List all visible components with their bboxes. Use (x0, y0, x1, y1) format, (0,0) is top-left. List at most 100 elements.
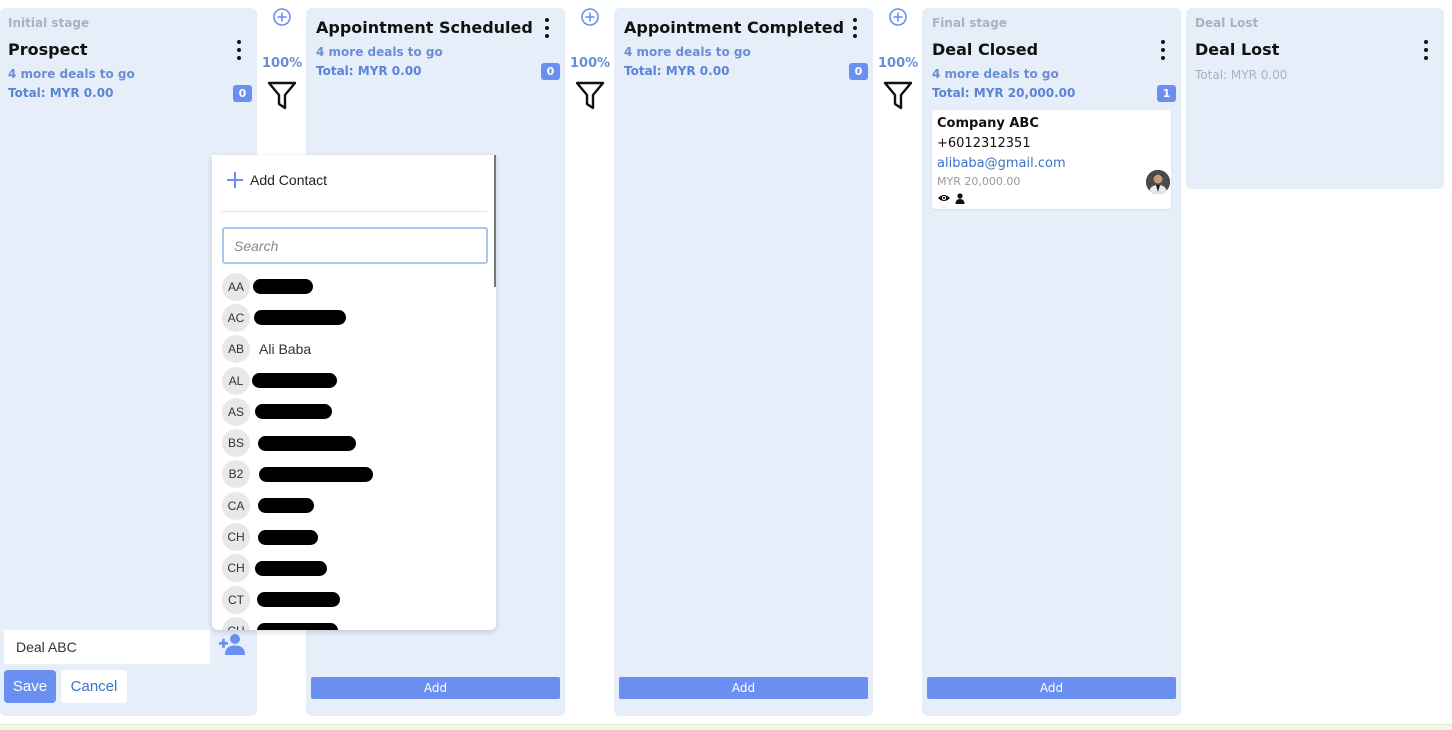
column-title: Deal Lost (1195, 40, 1280, 59)
column-title: Deal Closed (932, 40, 1039, 59)
deal-company: Company ABC (937, 116, 1039, 131)
add-contact-label: Add Contact (250, 172, 328, 188)
redacted-contact-name (257, 592, 340, 608)
deal-count-badge: 0 (541, 63, 560, 80)
column-title: Prospect (8, 40, 88, 59)
more-deals-text: 4 more deals to go (8, 67, 135, 81)
contact-initials: AB (222, 335, 250, 364)
column-total: Total: MYR 20,000.00 (932, 86, 1076, 100)
stage-conversion-3: 100% (878, 8, 918, 128)
list-item[interactable]: CT (222, 584, 492, 615)
column-menu-icon[interactable] (1159, 40, 1167, 60)
contact-initials: AS (222, 397, 250, 426)
owner-avatar[interactable] (1146, 170, 1170, 194)
conversion-rate: 100% (570, 56, 611, 71)
list-item[interactable]: AS (222, 396, 492, 427)
cancel-button[interactable]: Cancel (61, 670, 127, 703)
save-button[interactable]: Save (4, 670, 56, 703)
contact-initials: AL (222, 366, 250, 395)
column-total: Total: MYR 0.00 (316, 64, 422, 78)
deal-email[interactable]: alibaba@gmail.com (937, 156, 1066, 171)
deal-card[interactable]: Company ABC +6012312351 alibaba@gmail.co… (932, 110, 1171, 209)
contact-initials: CH (222, 554, 250, 583)
contact-list: AA AC AB Ali Baba AL AS BS B2 CA CH CH C… (222, 271, 492, 630)
redacted-contact-name (258, 529, 318, 545)
redacted-contact-name (255, 404, 332, 420)
list-item[interactable]: AC (222, 302, 492, 333)
conversion-rate: 100% (262, 56, 303, 71)
list-item[interactable]: CH (222, 521, 492, 552)
stage-column-appointment-completed: Appointment Completed 4 more deals to go… (614, 8, 873, 716)
contact-initials: AA (222, 272, 250, 301)
list-item[interactable]: CH (222, 615, 492, 630)
add-deal-button[interactable]: Add (311, 677, 560, 699)
contact-initials: CH (222, 616, 250, 630)
redacted-contact-name (257, 623, 338, 630)
list-item[interactable]: BS (222, 427, 492, 458)
plus-icon (227, 172, 243, 188)
more-deals-text: 4 more deals to go (316, 45, 443, 59)
plus-circle-icon[interactable] (581, 8, 599, 26)
stage-label: Initial stage (8, 16, 90, 30)
stage-label: Deal Lost (1195, 16, 1259, 30)
contact-initials: CH (222, 523, 250, 552)
more-deals-text: 4 more deals to go (932, 67, 1059, 81)
list-item[interactable]: CA (222, 490, 492, 521)
add-person-icon[interactable] (219, 633, 246, 655)
redacted-contact-name (259, 466, 373, 482)
more-deals-text: 4 more deals to go (624, 45, 751, 59)
deal-count-badge: 0 (233, 85, 252, 102)
add-deal-button[interactable]: Add (927, 677, 1176, 699)
redacted-contact-name (258, 435, 356, 451)
eye-icon[interactable] (937, 193, 951, 203)
column-total: Total: MYR 0.00 (624, 64, 730, 78)
redacted-contact-name (258, 498, 314, 514)
contact-initials: BS (222, 429, 250, 458)
scrollbar[interactable] (494, 155, 496, 287)
plus-circle-icon[interactable] (889, 8, 907, 26)
contact-initials: B2 (222, 460, 250, 489)
list-item[interactable]: B2 (222, 459, 492, 490)
stage-column-deal-lost: Deal Lost Deal Lost Total: MYR 0.00 (1186, 8, 1444, 189)
stage-conversion-1: 100% (262, 8, 302, 128)
list-item[interactable]: CH (222, 553, 492, 584)
redacted-contact-name (253, 279, 313, 295)
column-title: Appointment Scheduled (316, 18, 533, 37)
column-menu-icon[interactable] (1422, 40, 1430, 60)
person-icon[interactable] (955, 193, 965, 204)
column-total: Total: MYR 0.00 (8, 86, 114, 100)
contact-name: Ali Baba (259, 341, 312, 358)
funnel-icon (883, 81, 913, 110)
list-item[interactable]: AB Ali Baba (222, 334, 492, 365)
contact-initials: AC (222, 303, 250, 332)
column-menu-icon[interactable] (543, 18, 551, 38)
column-title: Appointment Completed (624, 18, 845, 37)
contact-initials: CT (222, 585, 250, 614)
contact-search-input[interactable] (222, 227, 488, 264)
deal-value: MYR 20,000.00 (937, 175, 1021, 188)
status-strip (0, 724, 1452, 730)
contact-picker-dropdown: Add Contact AA AC AB Ali Baba AL AS BS B (212, 155, 496, 630)
divider (221, 211, 487, 212)
column-total: Total: MYR 0.00 (1195, 68, 1288, 82)
contact-initials: CA (222, 491, 250, 520)
column-menu-icon[interactable] (235, 40, 243, 60)
deal-name-input[interactable] (3, 629, 211, 665)
deal-count-badge: 1 (1157, 85, 1176, 102)
list-item[interactable]: AA (222, 271, 492, 302)
redacted-contact-name (255, 560, 327, 576)
redacted-contact-name (254, 310, 346, 326)
deal-phone: +6012312351 (937, 136, 1031, 151)
stage-conversion-2: 100% (570, 8, 610, 128)
deal-count-badge: 0 (849, 63, 868, 80)
plus-circle-icon[interactable] (273, 8, 291, 26)
redacted-contact-name (252, 373, 337, 389)
list-item[interactable]: AL (222, 365, 492, 396)
funnel-icon (267, 81, 297, 110)
column-menu-icon[interactable] (851, 18, 859, 38)
add-deal-button[interactable]: Add (619, 677, 868, 699)
deal-card-icons (937, 193, 965, 204)
conversion-rate: 100% (878, 56, 919, 71)
add-contact-button[interactable]: Add Contact (226, 171, 327, 189)
funnel-icon (575, 81, 605, 110)
